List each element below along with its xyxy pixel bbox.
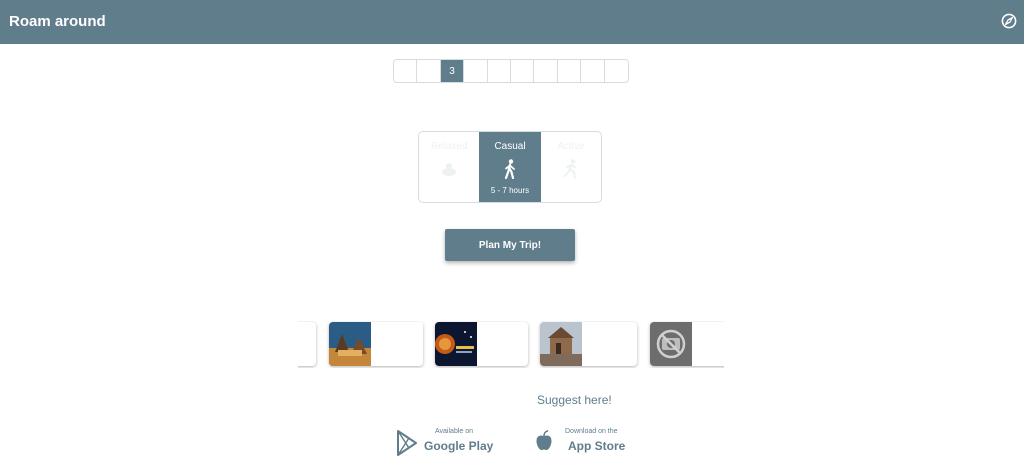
destination-card[interactable] bbox=[329, 322, 423, 366]
destination-thumbnail bbox=[540, 322, 582, 366]
compass-icon[interactable] bbox=[1001, 13, 1017, 29]
app-title: Roam around bbox=[9, 13, 106, 30]
pace-label: Active bbox=[557, 141, 585, 152]
app-store-name: App Store bbox=[568, 439, 626, 453]
day-option[interactable]: 1 bbox=[394, 60, 418, 82]
app-store-badge[interactable]: Download on the App Store bbox=[534, 427, 634, 457]
app-header: Roam around bbox=[0, 0, 1024, 44]
day-option[interactable]: 5 bbox=[488, 60, 511, 82]
google-play-small-text: Available on bbox=[435, 428, 474, 435]
plan-my-trip-button[interactable]: Plan My Trip! bbox=[445, 229, 575, 261]
google-play-badge[interactable]: Available on Google Play bbox=[393, 427, 495, 457]
google-play-icon bbox=[396, 430, 418, 461]
day-option[interactable]: 8 bbox=[558, 60, 582, 82]
day-option[interactable]: 7 bbox=[534, 60, 558, 82]
destination-card[interactable] bbox=[540, 322, 637, 366]
destination-thumbnail bbox=[329, 322, 371, 366]
apple-icon bbox=[535, 430, 553, 457]
pace-selector: Relaxed Casual 5 - 7 hours Active bbox=[418, 131, 602, 203]
pace-option-casual[interactable]: Casual 5 - 7 hours bbox=[479, 132, 541, 202]
destination-thumbnail bbox=[435, 322, 477, 366]
pace-hours: 5 - 7 hours bbox=[490, 186, 530, 195]
destination-card[interactable] bbox=[435, 322, 528, 366]
pace-option-relaxed[interactable]: Relaxed bbox=[419, 132, 479, 202]
day-option[interactable]: 10 bbox=[605, 60, 628, 82]
destination-card[interactable] bbox=[298, 322, 316, 366]
destination-card[interactable] bbox=[650, 322, 724, 366]
suggest-here-link[interactable]: Suggest here! bbox=[537, 393, 612, 407]
pace-option-active[interactable]: Active bbox=[541, 132, 601, 202]
day-option-selected[interactable]: 3 bbox=[440, 60, 465, 82]
pace-label: Relaxed bbox=[430, 141, 468, 152]
day-option[interactable]: 2 bbox=[417, 60, 441, 82]
day-option[interactable]: 6 bbox=[511, 60, 535, 82]
day-option[interactable]: 9 bbox=[581, 60, 605, 82]
day-option[interactable]: 4 bbox=[464, 60, 488, 82]
no-image-icon bbox=[650, 322, 692, 366]
app-store-small-text: Download on the bbox=[565, 428, 618, 435]
destinations-carousel[interactable] bbox=[298, 321, 724, 368]
walking-icon bbox=[501, 159, 519, 180]
relaxed-icon bbox=[440, 159, 458, 179]
google-play-name: Google Play bbox=[424, 439, 494, 453]
day-selector: 1 2 3 4 5 6 7 8 9 10 bbox=[393, 59, 629, 83]
pace-label: Casual bbox=[494, 141, 526, 152]
running-icon bbox=[562, 159, 580, 179]
